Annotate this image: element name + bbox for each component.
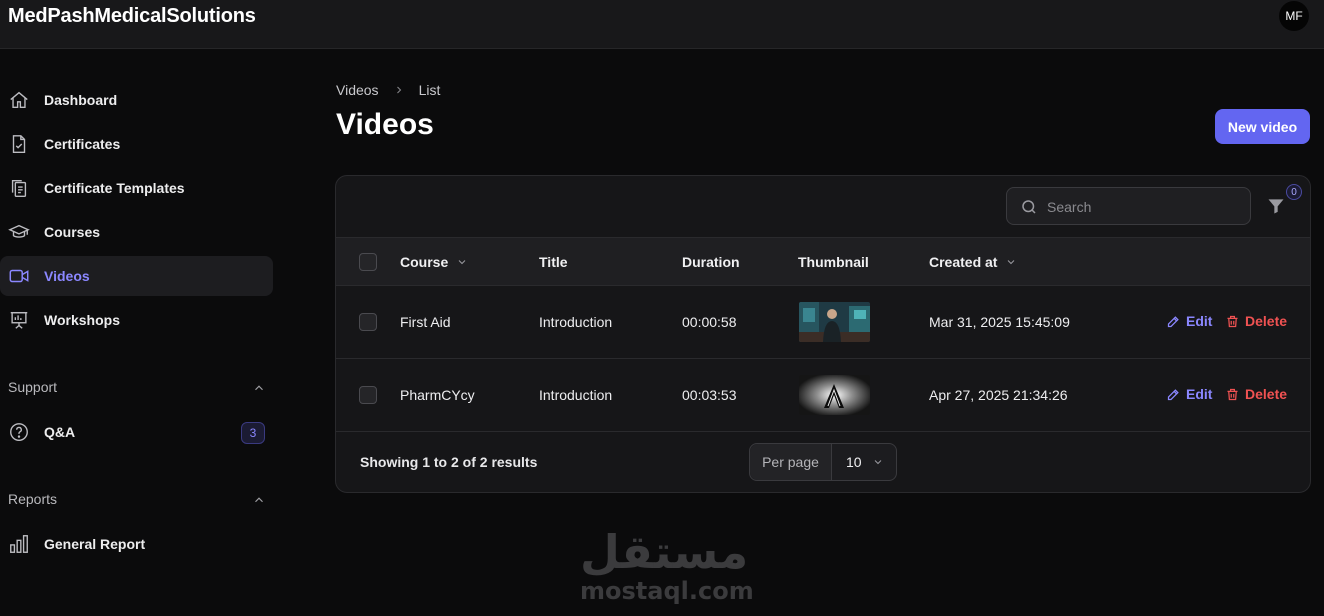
table-row: First Aid Introduction 00:00:58 Mar 31, …	[336, 286, 1310, 359]
edit-button[interactable]: Edit	[1166, 386, 1212, 402]
row-checkbox[interactable]	[359, 313, 377, 331]
section-title: Support	[8, 379, 58, 395]
presentation-chart-icon	[10, 311, 28, 329]
chevron-down-icon	[1008, 260, 1015, 265]
column-label: Title	[539, 254, 568, 270]
sidebar: Dashboard Certificates Certificate Templ…	[0, 49, 290, 616]
sidebar-item-label: Certificate Templates	[44, 180, 185, 196]
column-header-duration: Duration	[682, 254, 740, 270]
duration-cell: 00:00:58	[682, 314, 737, 330]
sidebar-item-videos[interactable]: Videos	[0, 256, 273, 296]
title-cell: Introduction	[539, 387, 613, 403]
column-label: Duration	[682, 254, 740, 270]
clipboard-document-icon	[11, 179, 27, 197]
column-header-created-at[interactable]: Created at	[929, 254, 1017, 270]
row-checkbox[interactable]	[359, 386, 377, 404]
video-thumbnail[interactable]	[799, 375, 870, 415]
pagination-summary: Showing 1 to 2 of 2 results	[360, 454, 538, 470]
trash-icon	[1227, 315, 1238, 327]
action-label: Edit	[1186, 313, 1213, 329]
action-label: Delete	[1245, 313, 1288, 329]
course-cell: First Aid	[400, 314, 451, 330]
sidebar-item-label: Q&A	[44, 424, 76, 440]
edit-icon	[1167, 315, 1179, 327]
support-section-toggle[interactable]: Support	[8, 379, 266, 399]
section-title: Reports	[8, 491, 58, 507]
delete-button[interactable]: Delete	[1225, 386, 1287, 402]
chevron-down-icon	[874, 460, 882, 465]
page-title: Videos	[336, 108, 434, 141]
sidebar-item-general-report[interactable]: General Report	[0, 524, 273, 564]
edit-button[interactable]: Edit	[1166, 313, 1212, 329]
trash-icon	[1227, 388, 1238, 400]
duration-cell: 00:03:53	[682, 387, 737, 403]
column-label: Course	[400, 254, 449, 270]
sidebar-item-label: Videos	[44, 268, 90, 284]
column-header-thumbnail: Thumbnail	[798, 254, 869, 270]
watermark: مستقل mostaql.com	[580, 525, 754, 605]
watermark-latin: mostaql.com	[580, 577, 754, 605]
question-circle-icon	[10, 423, 28, 441]
filter-count-badge: 0	[1286, 184, 1302, 200]
per-page-label: Per page	[750, 444, 832, 480]
course-cell: PharmCYcy	[400, 387, 475, 403]
delete-button[interactable]: Delete	[1225, 313, 1287, 329]
chevron-right-icon	[396, 86, 401, 94]
column-label: Created at	[929, 254, 998, 270]
breadcrumb-item[interactable]: Videos	[336, 82, 379, 98]
search-input[interactable]	[1047, 197, 1237, 217]
academic-cap-icon	[8, 224, 30, 238]
new-video-button[interactable]: New video	[1215, 109, 1310, 144]
filter-icon[interactable]	[1266, 196, 1286, 216]
video-camera-icon	[9, 269, 29, 283]
column-label: Thumbnail	[798, 254, 869, 270]
search-box[interactable]	[1006, 187, 1251, 225]
videos-table: 0 Course Title Duration Thumbnail Create…	[335, 175, 1311, 493]
document-check-icon	[12, 135, 26, 153]
sidebar-item-label: Workshops	[44, 312, 120, 328]
thumbnail-image	[799, 302, 870, 342]
breadcrumb: Videos List	[336, 82, 440, 98]
action-label: Delete	[1245, 386, 1288, 402]
sidebar-item-label: Certificates	[44, 136, 121, 152]
sidebar-item-courses[interactable]: Courses	[0, 212, 273, 252]
sidebar-item-qa[interactable]: Q&A 3	[0, 412, 273, 452]
select-all-checkbox[interactable]	[359, 253, 377, 271]
thumbnail-image	[799, 375, 870, 415]
brand-name[interactable]: MedPashMedicalSolutions	[8, 5, 256, 28]
sidebar-item-certificates[interactable]: Certificates	[0, 124, 273, 164]
column-header-course[interactable]: Course	[400, 254, 468, 270]
column-header-title: Title	[539, 254, 568, 270]
sidebar-item-label: Dashboard	[44, 92, 118, 108]
breadcrumb-item: List	[418, 82, 441, 98]
per-page-select[interactable]: Per page 10	[749, 443, 897, 481]
created-at-cell: Apr 27, 2025 21:34:26	[929, 387, 1068, 403]
sidebar-item-label: General Report	[44, 536, 146, 552]
table-header: Course Title Duration Thumbnail Created …	[336, 237, 1310, 286]
search-icon	[1022, 200, 1036, 214]
chevron-up-icon	[255, 385, 263, 391]
reports-section-toggle[interactable]: Reports	[8, 491, 266, 511]
user-avatar[interactable]: MF	[1279, 1, 1309, 31]
watermark-arabic: مستقل	[580, 525, 749, 579]
sidebar-item-certificate-templates[interactable]: Certificate Templates	[0, 168, 273, 208]
per-page-value: 10	[846, 454, 862, 470]
count-badge: 3	[241, 422, 265, 444]
sidebar-item-label: Courses	[44, 224, 101, 240]
home-icon	[10, 91, 28, 109]
action-label: Edit	[1186, 386, 1213, 402]
chevron-down-icon	[458, 260, 466, 265]
sidebar-item-dashboard[interactable]: Dashboard	[0, 80, 273, 120]
sidebar-item-workshops[interactable]: Workshops	[0, 300, 273, 340]
chevron-up-icon	[255, 497, 263, 503]
video-thumbnail[interactable]	[799, 302, 870, 342]
top-bar: MedPashMedicalSolutions MF	[0, 0, 1324, 49]
bar-chart-icon	[10, 535, 28, 553]
edit-icon	[1167, 388, 1179, 400]
title-cell: Introduction	[539, 314, 613, 330]
table-row: PharmCYcy Introduction 00:03:53 Apr 27, …	[336, 359, 1310, 432]
created-at-cell: Mar 31, 2025 15:45:09	[929, 314, 1070, 330]
